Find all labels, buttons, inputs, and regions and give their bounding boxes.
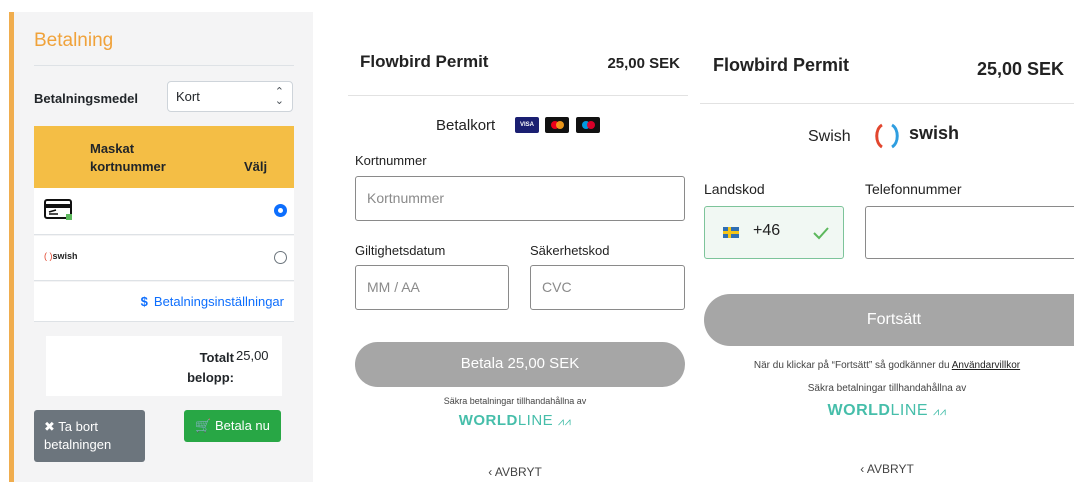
mastercard-icon [545, 116, 570, 133]
method-title: Betalkort [436, 117, 496, 134]
worldline-logo: WORLDLINE ⩘⩘ [827, 402, 947, 419]
chevron-left-icon: ‹ [860, 462, 865, 476]
divider [348, 95, 688, 96]
pay-now-button[interactable]: 🛒 Betala nu [184, 410, 281, 442]
total-box: Totalt belopp: 25,00 [46, 336, 282, 396]
terms-link[interactable]: Användarvillkor [952, 360, 1020, 371]
settings-row: $ Betalningsinställningar [34, 282, 294, 322]
expiry-input[interactable]: MM / AA [355, 265, 509, 310]
close-icon: ✖ [44, 419, 55, 434]
cvc-input[interactable]: CVC [530, 265, 685, 310]
country-code-value: +46 [753, 222, 781, 239]
dollar-icon: $ [140, 294, 148, 309]
swish-logo: ( )swish [44, 251, 78, 261]
abort-link[interactable]: ‹ AVBRYT [700, 462, 1074, 476]
cvc-label: Säkerhetskod [530, 243, 610, 258]
panel-title: Betalning [34, 30, 114, 51]
swish-payment-panel: Flowbird Permit 25,00 SEK Swish swish La… [700, 0, 1074, 482]
secure-text: Säkra betalningar tillhandahållna av [807, 383, 967, 394]
divider [700, 103, 1074, 104]
price: 25,00 SEK [607, 55, 680, 72]
divider [34, 65, 294, 66]
payment-method-label: Betalningsmedel [34, 91, 139, 106]
card-number-label: Kortnummer [355, 153, 427, 168]
card-logos: VISA [515, 116, 602, 134]
column-masked-card: Maskat kortnummer [90, 141, 166, 174]
check-icon [813, 227, 829, 240]
page-title: Flowbird Permit [713, 55, 850, 75]
payment-settings-link[interactable]: $ Betalningsinställningar [141, 294, 284, 309]
column-choose: Välj [244, 159, 268, 174]
table-row-card[interactable] [34, 188, 294, 235]
page-title: Flowbird Permit [360, 52, 489, 71]
card-number-input[interactable]: Kortnummer [355, 176, 685, 221]
swish-logo: swish [872, 121, 962, 151]
terms-text: När du klickar på “Fortsätt” så godkänne… [753, 360, 1021, 371]
remove-payment-button[interactable]: ✖ Ta bort betalningen [34, 410, 145, 462]
cart-icon: 🛒 [195, 418, 212, 433]
select-caret-icon: ⌃ ⌄ [274, 86, 284, 107]
chevron-left-icon: ‹ [488, 465, 493, 479]
price: 25,00 SEK [977, 59, 1065, 79]
visa-icon: VISA [515, 116, 539, 133]
table-header: Maskat kortnummer Välj [34, 126, 294, 188]
card-payment-panel: Flowbird Permit 25,00 SEK Betalkort VISA… [340, 0, 690, 482]
secure-text: Säkra betalningar tillhandahållna av [443, 396, 587, 406]
credit-card-icon [44, 199, 72, 220]
table-row-swish[interactable]: ( )swish [34, 236, 294, 281]
continue-button[interactable]: Fortsätt [704, 294, 1074, 346]
payment-method-select[interactable]: Kort ⌃ ⌄ [167, 81, 293, 112]
phone-input[interactable] [865, 206, 1074, 259]
sweden-flag-icon [723, 227, 739, 238]
payment-panel: Betalning Betalningsmedel Kort ⌃ ⌄ Maskat… [0, 0, 318, 482]
total-label: Totalt belopp: [187, 350, 234, 385]
method-title: Swish [808, 128, 851, 145]
swish-mark-icon [875, 123, 899, 149]
country-code-select[interactable]: +46 [704, 206, 844, 259]
maestro-icon [575, 116, 600, 133]
total-value: 25,00 [236, 348, 269, 363]
payment-method-value: Kort [176, 89, 200, 104]
abort-link[interactable]: ‹ AVBRYT [340, 465, 690, 479]
worldline-logo: WORLDLINE ⩘⩘ [458, 412, 572, 429]
country-code-label: Landskod [704, 181, 765, 197]
radio-unselected[interactable] [274, 251, 287, 264]
pay-button[interactable]: Betala 25,00 SEK [355, 342, 685, 387]
radio-selected[interactable] [274, 204, 287, 217]
expiry-label: Giltighetsdatum [355, 243, 446, 258]
phone-label: Telefonnummer [865, 181, 962, 197]
